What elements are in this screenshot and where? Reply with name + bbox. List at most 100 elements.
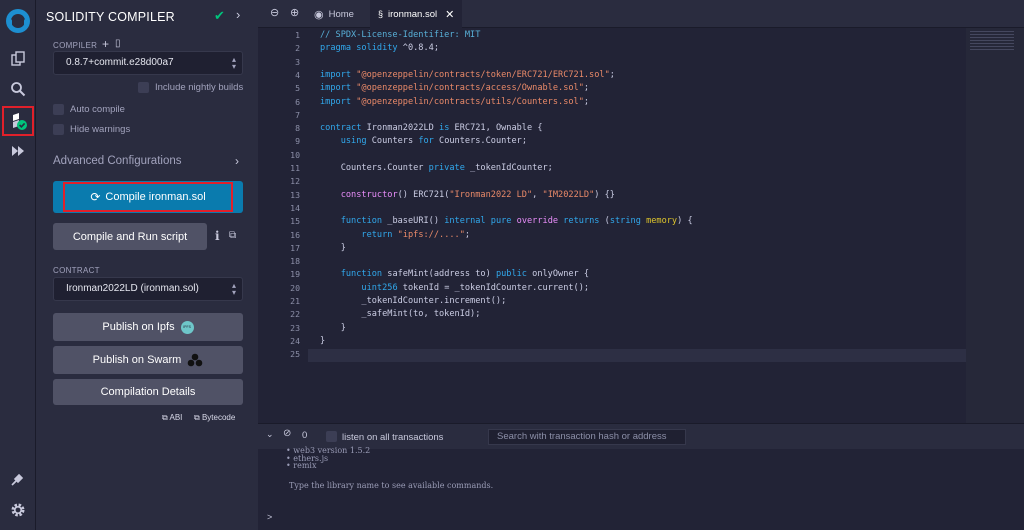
code-line[interactable]: using Counters for Counters.Counter; <box>320 135 527 148</box>
code-line[interactable]: import "@openzeppelin/contracts/utils/Co… <box>320 96 589 109</box>
info-icon[interactable]: i <box>215 229 220 243</box>
terminal-hint: Type the library name to see available c… <box>289 481 494 490</box>
code-line[interactable]: } <box>320 242 346 255</box>
collapse-terminal-icon[interactable]: ⌄ <box>266 429 274 440</box>
code-token: } <box>320 322 346 333</box>
code-token: function <box>340 216 383 227</box>
code-token: using <box>340 136 367 147</box>
code-line[interactable]: Counters.Counter private _tokenIdCounter… <box>320 162 553 175</box>
abi-label: ABI <box>169 413 183 422</box>
compiler-label: COMPILER <box>53 41 98 50</box>
line-number: 6 <box>295 96 300 107</box>
auto-compile-checkbox[interactable] <box>53 104 64 115</box>
hide-warnings-checkbox[interactable] <box>53 124 64 135</box>
code-token: function <box>340 269 383 280</box>
file-icon[interactable]: ▯ <box>115 38 121 49</box>
contract-select[interactable]: Ironman2022LD (ironman.sol) ▴ ▾ <box>53 277 243 301</box>
refresh-icon: ⟳ <box>90 190 101 204</box>
publish-swarm-button[interactable]: Publish on Swarm <box>53 346 243 374</box>
code-editor[interactable]: // SPDX-License-Identifier: MIT pragma so… <box>308 28 966 423</box>
code-token: } <box>320 242 346 253</box>
line-number: 11 <box>290 163 300 173</box>
line-number: 13 <box>290 189 300 200</box>
chevron-right-icon[interactable]: › <box>235 154 239 168</box>
abi-copy-button[interactable]: ⧉ ABI <box>162 413 182 423</box>
line-number: 19 <box>290 269 300 280</box>
zoom-out-icon[interactable]: ⊖ <box>270 6 279 19</box>
code-token: ; <box>609 69 615 80</box>
contract-value: Ironman2022LD (ironman.sol) <box>66 283 199 294</box>
copy-icon[interactable]: ⧉ <box>229 230 236 241</box>
tx-search-input[interactable]: Search with transaction hash or address <box>488 429 686 445</box>
tab-home-label: Home <box>328 8 354 20</box>
tab-ironman-sol[interactable]: § ironman.sol ✕ <box>370 0 463 28</box>
code-line[interactable]: constructor() ERC721("Ironman2022 LD", "… <box>320 189 615 202</box>
compiler-version-select[interactable]: 0.8.7+commit.e28d00a7 ▴ ▾ <box>53 51 243 75</box>
code-token: returns <box>563 216 600 227</box>
compilation-details-button[interactable]: Compilation Details <box>53 379 243 405</box>
code-token: override <box>516 216 559 227</box>
code-token: ( <box>599 216 610 227</box>
bytecode-copy-button[interactable]: ⧉ Bytecode <box>194 413 235 423</box>
listen-checkbox[interactable] <box>326 431 337 442</box>
tab-home[interactable]: ◉ Home <box>306 0 362 28</box>
code-line[interactable]: } <box>320 322 346 335</box>
terminal-bar: ⌄ ⊘ 0 listen on all transactions Search … <box>258 423 1024 449</box>
chevron-right-icon[interactable]: › <box>236 7 240 22</box>
code-token: safeMint(address to) <box>382 269 496 280</box>
code-token: ) {} <box>594 189 615 200</box>
code-line[interactable]: function safeMint(address to) public onl… <box>320 268 589 281</box>
advanced-config-toggle[interactable]: Advanced Configurations <box>53 155 182 167</box>
code-line[interactable]: import "@openzeppelin/contracts/access/O… <box>320 82 589 95</box>
code-line[interactable]: uint256 tokenId = _tokenIdCounter.curren… <box>320 282 589 295</box>
add-compiler-icon[interactable]: + <box>102 37 109 51</box>
copy-icon: ⧉ <box>162 413 168 422</box>
code-line[interactable]: _tokenIdCounter.increment(); <box>320 295 506 308</box>
compile-run-script-button[interactable]: Compile and Run script <box>53 223 207 250</box>
compile-button-highlight: ⟳ Compile ironman.sol <box>63 182 233 212</box>
solidity-compiler-icon[interactable] <box>2 106 34 136</box>
tab-ironman-label: ironman.sol <box>388 8 438 20</box>
code-token: import <box>320 83 352 94</box>
search-icon[interactable] <box>4 76 32 102</box>
file-explorer-icon[interactable] <box>4 46 32 72</box>
compilation-details-label: Compilation Details <box>100 386 196 398</box>
close-icon[interactable]: ✕ <box>445 8 454 21</box>
nightly-checkbox[interactable] <box>138 82 149 93</box>
check-icon: ✔ <box>214 8 225 23</box>
code-line[interactable]: contract Ironman2022LD is ERC721, Ownabl… <box>320 122 543 135</box>
code-line[interactable]: function _baseURI() internal pure overri… <box>320 215 693 228</box>
deploy-run-icon[interactable] <box>4 138 32 164</box>
code-line[interactable]: pragma solidity ^0.8.4; <box>320 42 439 55</box>
copy-icon: ⧉ <box>194 413 200 422</box>
plugin-manager-icon[interactable] <box>4 466 32 492</box>
line-number-gutter: 1 2 3 4 5 6 7 8 9 10 11 12 13 14 15 16 17 18 19 20 21 22 23 24 2… <box>258 28 308 423</box>
compile-button[interactable]: ⟳ Compile ironman.sol <box>53 181 243 213</box>
terminal-prompt[interactable]: > <box>267 512 272 522</box>
code-line[interactable]: return "ipfs://...."; <box>320 229 470 242</box>
code-line[interactable]: // SPDX-License-Identifier: MIT <box>320 29 480 42</box>
clear-terminal-icon[interactable]: ⊘ <box>283 428 291 439</box>
code-token: pragma solidity <box>320 43 398 54</box>
line-number: 16 <box>290 229 300 240</box>
code-line[interactable]: import "@openzeppelin/contracts/token/ER… <box>320 69 615 82</box>
line-number: 22 <box>290 309 300 320</box>
code-token: Counters.Counter; <box>433 136 527 147</box>
auto-compile-label: Auto compile <box>70 104 125 115</box>
minimap[interactable] <box>966 28 1024 423</box>
remix-logo-icon[interactable] <box>3 6 33 36</box>
code-token: "@openzeppelin/contracts/token/ERC721/ER… <box>356 69 610 80</box>
code-token: } <box>320 335 326 346</box>
code-line[interactable]: _safeMint(to, tokenId); <box>320 308 480 321</box>
line-number: 9 <box>295 136 300 147</box>
code-token: ^0.8.4; <box>397 43 440 54</box>
zoom-in-icon[interactable]: ⊕ <box>290 6 299 19</box>
publish-ipfs-button[interactable]: Publish on Ipfs IPFS <box>53 313 243 341</box>
code-line[interactable]: } <box>320 335 325 348</box>
settings-icon[interactable] <box>4 497 32 523</box>
code-token: ; <box>583 96 590 107</box>
